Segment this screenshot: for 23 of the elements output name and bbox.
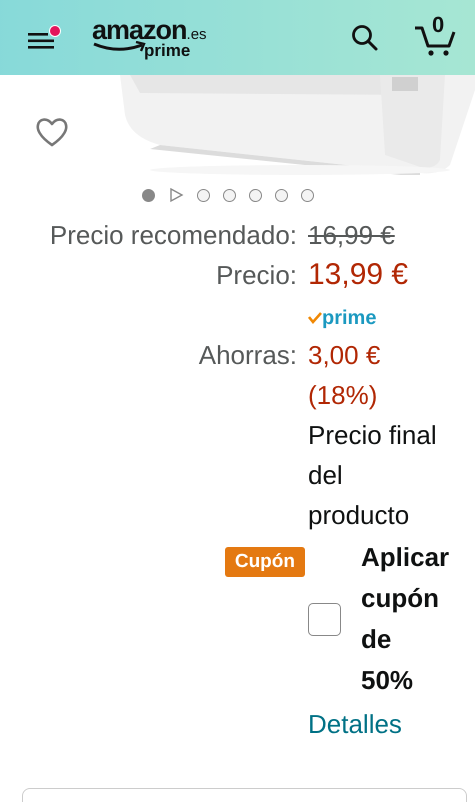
prime-badge: prime — [308, 308, 376, 328]
list-price: 16,99 € — [308, 219, 396, 252]
logo-domain: .es — [186, 26, 207, 42]
price-label: Ahorras: — [198, 339, 297, 372]
carousel-dot[interactable] — [222, 188, 236, 202]
play-icon[interactable] — [168, 187, 184, 203]
carousel-dot[interactable] — [142, 188, 154, 202]
coupon-badge: Cupón — [224, 547, 305, 577]
search-icon[interactable] — [351, 24, 379, 52]
carousel-dot[interactable] — [196, 188, 210, 202]
price-value: 13,99 € — [308, 257, 410, 293]
price-label: Precio: — [215, 259, 297, 292]
price-note: Precio final del producto — [308, 419, 438, 532]
coupon-label: Aplicar cupón de 50% — [361, 541, 450, 697]
details-link[interactable]: Detalles — [308, 701, 402, 747]
coupon-checkbox[interactable] — [308, 602, 341, 636]
logo-wordmark: amazon — [92, 16, 187, 44]
carousel-dot[interactable] — [248, 188, 262, 202]
logo-prime: prime — [144, 42, 190, 58]
carousel-dot[interactable] — [274, 188, 288, 202]
saving-value: 3,00 € (18%) — [308, 339, 382, 412]
carousel-dot[interactable] — [300, 188, 314, 202]
price-label: Precio recomendado: — [48, 219, 297, 252]
